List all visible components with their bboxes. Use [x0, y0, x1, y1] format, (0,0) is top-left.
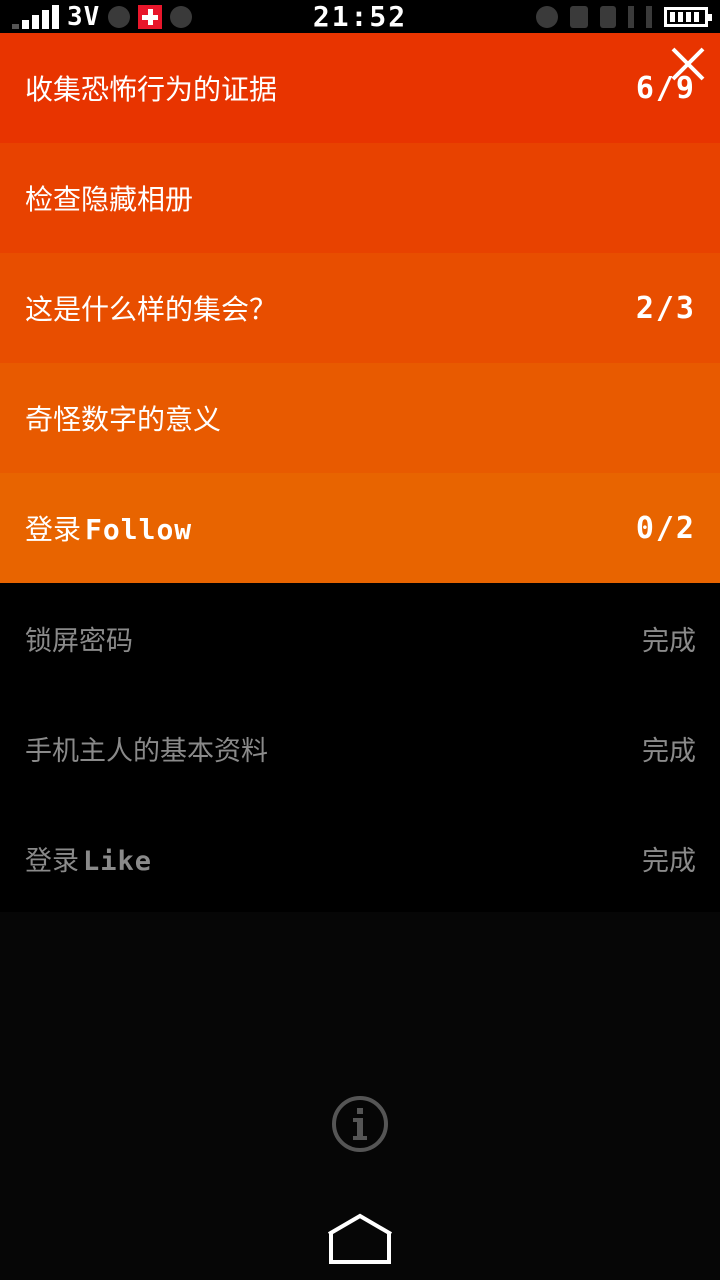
- task-item[interactable]: 收集恐怖行为的证据 6/9: [0, 33, 720, 143]
- signal-bar-icon: [628, 6, 634, 28]
- status-bar: 3V 21:52: [0, 0, 720, 33]
- signal-bar-icon: [646, 6, 652, 28]
- completed-status: 完成: [642, 735, 696, 767]
- task-label: 奇怪数字的意义: [25, 403, 222, 436]
- completed-task-item[interactable]: 登录 Like 完成: [0, 803, 720, 913]
- home-icon[interactable]: [325, 1210, 395, 1268]
- objective-list: 收集恐怖行为的证据 6/9 检查隐藏相册 这是什么样的集会？ 2/3 奇怪数字的…: [0, 33, 720, 913]
- data-icon: [600, 6, 616, 28]
- status-bar-right: [536, 4, 712, 30]
- completed-task-item[interactable]: 锁屏密码 完成: [0, 583, 720, 693]
- task-label: 检查隐藏相册: [25, 183, 194, 216]
- completed-status: 完成: [642, 625, 696, 657]
- task-label: 登录 Follow: [25, 513, 193, 546]
- task-item[interactable]: 登录 Follow 0/2: [0, 473, 720, 583]
- completed-status: 完成: [642, 845, 696, 877]
- task-progress: 0/2: [635, 510, 696, 546]
- wifi-icon: [570, 6, 588, 28]
- alarm-icon: [536, 6, 558, 28]
- completed-task-label: 锁屏密码: [25, 625, 133, 657]
- info-icon[interactable]: [330, 1094, 390, 1154]
- task-progress: 2/3: [635, 290, 696, 326]
- battery-icon: [664, 7, 712, 27]
- task-item[interactable]: 检查隐藏相册: [0, 143, 720, 253]
- completed-task-label: 登录 Like: [25, 845, 153, 877]
- completed-task-item[interactable]: 手机主人的基本资料 完成: [0, 693, 720, 803]
- task-label: 这是什么样的集会？: [25, 293, 278, 326]
- completed-task-label: 手机主人的基本资料: [25, 735, 268, 767]
- task-item[interactable]: 奇怪数字的意义: [0, 363, 720, 473]
- bottom-area: [0, 912, 720, 1280]
- close-icon[interactable]: [670, 46, 706, 82]
- task-item[interactable]: 这是什么样的集会？ 2/3: [0, 253, 720, 363]
- task-label: 收集恐怖行为的证据: [25, 73, 278, 106]
